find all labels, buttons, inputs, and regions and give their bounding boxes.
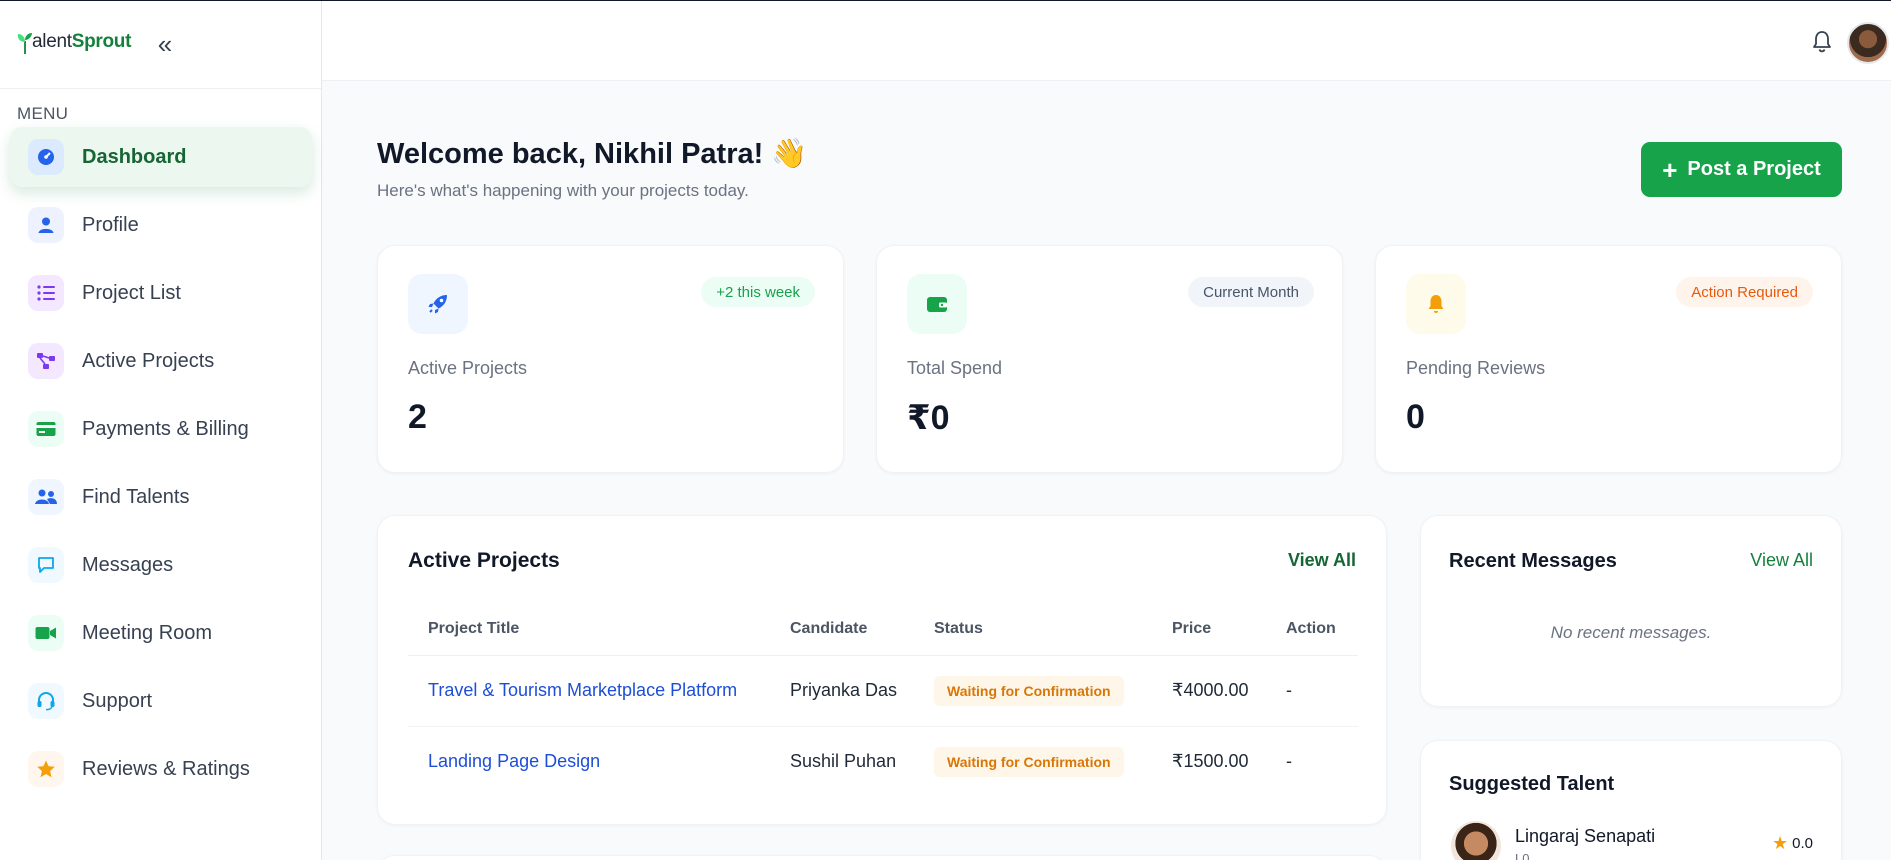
talent-name[interactable]: Lingaraj Senapati [1515,826,1655,847]
talent-avatar[interactable] [1451,821,1501,860]
sidebar-item-label: Messages [82,553,174,576]
sidebar-item-label: Meeting Room [82,621,213,644]
brand-bar: alent Sprout « [0,1,321,89]
status-badge: Waiting for Confirmation [934,747,1124,777]
star-icon: ★ [1772,833,1789,853]
sidebar-item-profile[interactable]: Profile [10,195,312,255]
stat-value: 2 [408,398,427,436]
stat-label: Active Projects [408,358,528,378]
status-badge: Waiting for Confirmation [934,676,1124,706]
rocket-icon [408,274,468,334]
stat-card-active-projects: +2 this week Active Projects 2 [377,245,844,473]
plus-icon: + [1662,154,1678,185]
project-title-link[interactable]: Landing Page Design [428,751,600,772]
sidebar-item-reviews-ratings[interactable]: Reviews & Ratings [10,739,312,799]
column-header: Status [934,620,983,637]
list-icon [28,275,64,311]
row-action: - [1286,751,1292,771]
bell-icon[interactable] [1809,29,1835,55]
project-title-link[interactable]: Travel & Tourism Marketplace Platform [428,680,737,701]
credit-card-icon [28,411,64,447]
project-diagram-icon [28,343,64,379]
talent-rating: ★ 0.0 [1772,833,1813,854]
logo-text-part2: Sprout [71,31,132,52]
headset-icon [28,683,64,719]
wallet-icon [907,274,967,334]
sidebar-item-label: Active Projects [82,349,215,372]
stat-badge: Current Month [1188,277,1314,307]
additional-card [377,855,1387,860]
sidebar-item-label: Payments & Billing [82,417,249,440]
stat-card-total-spend: Current Month Total Spend ₹0 [876,245,1343,473]
active-projects-card: Active Projects View All Project Title C… [377,515,1387,825]
talent-rating-value: 0.0 [1792,835,1813,852]
post-project-label: Post a Project [1687,158,1821,180]
talent-level: L0 [1515,851,1530,860]
sprout-leaf-icon [16,31,32,54]
suggested-talent-card: Suggested Talent Lingaraj Senapati L0 ★ … [1420,740,1842,860]
suggested-talent-title: Suggested Talent [1449,773,1615,795]
column-header: Candidate [790,620,868,637]
column-header: Price [1172,620,1212,637]
bell-icon [1406,274,1466,334]
sidebar-item-label: Find Talents [82,485,190,508]
page-subtitle: Here's what's happening with your projec… [377,181,749,200]
active-projects-view-all-link[interactable]: View All [1288,550,1356,571]
stat-badge: Action Required [1676,277,1813,307]
table-header: Project Title Candidate Status Price Act… [408,606,1358,656]
table-row: Travel & Tourism Marketplace Platform Pr… [408,656,1358,727]
sidebar-item-dashboard[interactable]: Dashboard [10,127,312,187]
post-project-button[interactable]: + Post a Project [1641,142,1842,197]
dashboard-icon [28,139,64,175]
recent-messages-card: Recent Messages View All No recent messa… [1420,515,1842,707]
sidebar-item-find-talents[interactable]: Find Talents [10,467,312,527]
video-icon [28,615,64,651]
sidebar-item-payments-billing[interactable]: Payments & Billing [10,399,312,459]
active-projects-title: Active Projects [408,549,560,572]
project-price: ₹4000.00 [1172,680,1249,700]
project-price: ₹1500.00 [1172,751,1249,771]
table-row: Landing Page Design Sushil Puhan Waiting… [408,727,1358,798]
sidebar: alent Sprout « MENU Dashboard Profile Pro… [0,1,322,860]
stat-value: 0 [1406,398,1425,436]
sidebar-item-project-list[interactable]: Project List [10,263,312,323]
menu-label: MENU [17,104,69,123]
top-header [322,1,1891,81]
row-action: - [1286,680,1292,700]
star-icon [28,751,64,787]
sidebar-item-label: Reviews & Ratings [82,757,250,780]
stat-label: Total Spend [907,358,1003,378]
column-header: Project Title [428,620,520,637]
sidebar-item-label: Support [82,689,153,712]
sidebar-item-messages[interactable]: Messages [10,535,312,595]
stat-card-pending-reviews: Action Required Pending Reviews 0 [1375,245,1842,473]
logo-text-part1: alent [32,31,72,52]
sidebar-item-active-projects[interactable]: Active Projects [10,331,312,391]
sidebar-item-meeting-room[interactable]: Meeting Room [10,603,312,663]
user-icon [28,207,64,243]
stat-value: ₹0 [907,399,950,437]
users-icon [28,479,64,515]
page-title: Welcome back, Nikhil Patra! 👋 [377,138,808,170]
sidebar-item-label: Profile [82,213,139,236]
sidebar-item-label: Dashboard [82,145,187,168]
column-header: Action [1286,620,1336,637]
candidate-name: Sushil Puhan [790,751,897,771]
sidebar-item-label: Project List [82,281,181,304]
talentsprout-logo[interactable]: alent Sprout [16,31,132,54]
collapse-sidebar-icon[interactable]: « [152,31,178,57]
sidebar-item-support[interactable]: Support [10,671,312,731]
recent-messages-title: Recent Messages [1449,550,1617,572]
stat-label: Pending Reviews [1406,358,1546,378]
empty-messages-text: No recent messages. [1550,623,1712,642]
recent-messages-view-all-link[interactable]: View All [1750,550,1813,571]
candidate-name: Priyanka Das [790,680,898,700]
message-icon [28,547,64,583]
stat-badge: +2 this week [701,277,815,307]
user-avatar[interactable] [1847,22,1889,64]
